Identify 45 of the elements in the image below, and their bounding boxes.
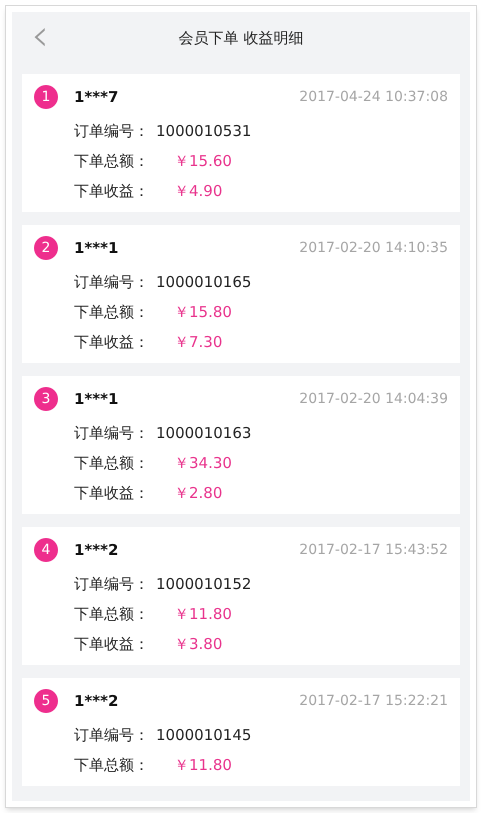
field-value: 1000010152: [156, 574, 252, 595]
field-label: 下单总额：: [74, 452, 150, 474]
field-value: 1000010165: [156, 272, 252, 293]
order-time: 2017-02-17 15:43:52: [299, 540, 448, 560]
member-name: 1***2: [74, 540, 118, 561]
field-value: ￥2.80: [174, 482, 222, 504]
field-value: ￥11.80: [174, 754, 232, 776]
field-label: 订单编号：: [74, 574, 150, 595]
field-label: 下单总额：: [74, 604, 150, 625]
field-label: 订单编号：: [74, 120, 150, 142]
field-value: ￥15.80: [174, 302, 232, 323]
member-name: 1***1: [74, 388, 118, 410]
field-label: 下单总额：: [74, 150, 150, 172]
field-value: 1000010145: [156, 724, 252, 746]
field-label: 订单编号：: [74, 272, 150, 293]
back-button[interactable]: ‹: [20, 14, 60, 58]
index-badge: 4: [34, 538, 58, 562]
order-time: 2017-02-20 14:04:39: [299, 390, 448, 408]
field-label: 下单收益：: [74, 180, 150, 202]
order-time: 2017-02-20 14:10:35: [299, 238, 448, 258]
field-label: 下单收益：: [74, 482, 150, 504]
field-value: ￥3.80: [174, 634, 222, 655]
index-badge: 5: [34, 689, 58, 713]
order-time: 2017-02-17 15:22:21: [299, 692, 448, 710]
field-value: 1000010531: [156, 120, 252, 142]
member-name: 1***7: [74, 86, 118, 108]
field-label: 下单总额：: [74, 754, 150, 776]
field-value: ￥7.30: [174, 332, 222, 353]
field-label: 下单收益：: [74, 332, 150, 353]
field-value: 1000010163: [156, 422, 252, 444]
field-value: ￥11.80: [174, 604, 232, 625]
field-label: 下单收益：: [74, 634, 150, 655]
field-value: ￥15.60: [174, 150, 232, 172]
field-label: 订单编号：: [74, 724, 150, 746]
index-badge: 1: [34, 85, 58, 109]
field-value: ￥4.90: [174, 180, 222, 202]
field-label: 下单总额：: [74, 302, 150, 323]
field-label: 订单编号：: [74, 422, 150, 444]
member-name: 1***1: [74, 238, 118, 259]
index-badge: 2: [34, 236, 58, 260]
field-value: ￥34.30: [174, 452, 232, 474]
member-name: 1***2: [74, 690, 118, 712]
order-time: 2017-04-24 10:37:08: [299, 88, 448, 106]
page-title: 会员下单 收益明细: [178, 28, 304, 49]
index-badge: 3: [34, 387, 58, 411]
